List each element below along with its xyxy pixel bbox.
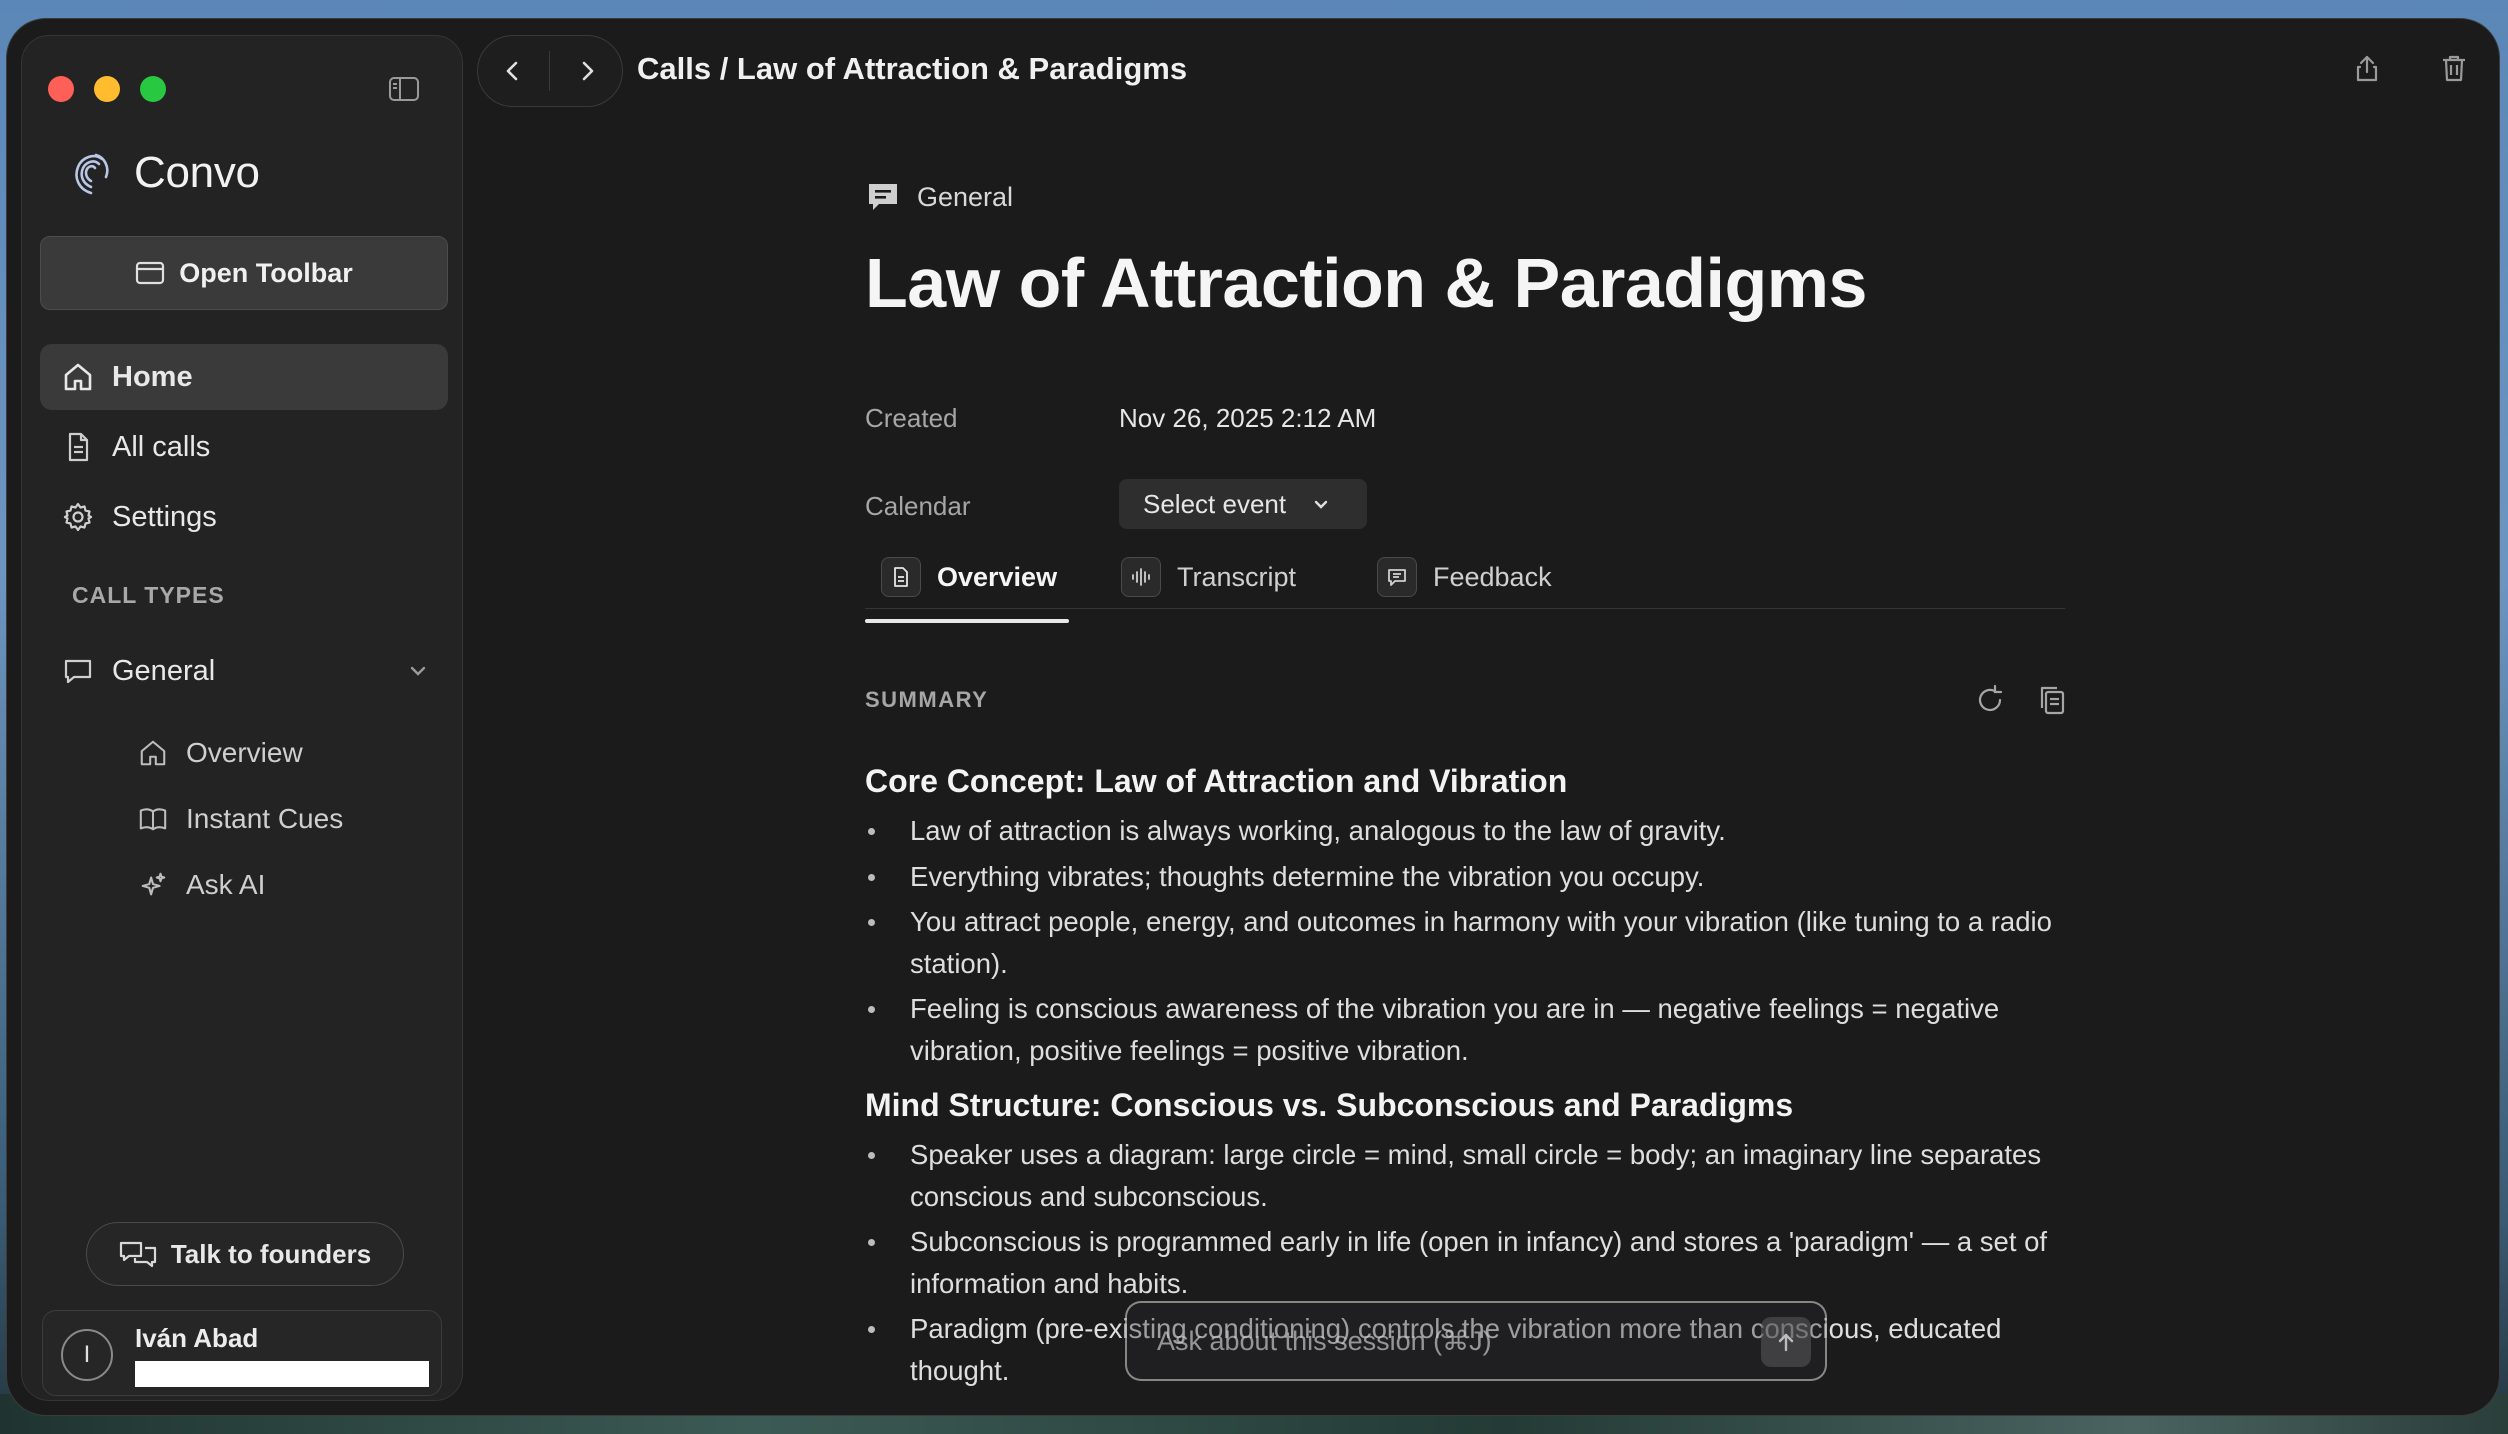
list-item: You attract people, energy, and outcomes… [865, 901, 2065, 984]
list-item: Everything vibrates; thoughts determine … [865, 856, 2065, 898]
user-name: Iván Abad [135, 1323, 259, 1353]
nav-item-label: Settings [112, 500, 217, 533]
section-label: CALL TYPES [72, 582, 225, 608]
created-value: Nov 26, 2025 2:12 AM [1119, 403, 1377, 433]
call-detail: General Law of Attraction & Paradigms Cr… [865, 179, 2075, 1386]
list-item: Feeling is conscious awareness of the vi… [865, 988, 2065, 1071]
call-type-label: General [112, 654, 216, 687]
document-icon [68, 432, 89, 462]
ask-session-bar[interactable] [1125, 1301, 1827, 1381]
sub-item-label: Overview [186, 737, 303, 768]
calendar-select-value: Select event [1143, 488, 1287, 519]
chevron-down-icon [1314, 500, 1328, 509]
sidebar-toggle-icon[interactable] [388, 76, 420, 102]
refresh-icon[interactable] [1973, 683, 2007, 717]
page-title: Law of Attraction & Paradigms [865, 244, 1867, 322]
talk-to-founders-label: Talk to founders [170, 1238, 372, 1269]
chat-bubble-icon [869, 184, 897, 210]
user-card[interactable]: I Iván Abad [42, 1310, 442, 1396]
tab-label: Feedback [1433, 561, 1552, 592]
summary-heading: Core Concept: Law of Attraction and Vibr… [865, 763, 1568, 799]
talk-to-founders-button[interactable]: Talk to founders [86, 1222, 404, 1286]
zoom-window-button[interactable] [140, 76, 166, 102]
nav-item-settings[interactable]: Settings [40, 484, 448, 550]
nav-item-label: Home [112, 360, 193, 393]
sidebar: Convo Open Toolbar Home All calls Settin… [21, 35, 463, 1401]
active-tab-indicator [865, 619, 1069, 623]
divider [549, 51, 551, 91]
call-type-subnav: Overview Instant Cues Ask AI [138, 720, 343, 918]
summary-list: Law of attraction is always working, ana… [865, 810, 2065, 1071]
brand: Convo [70, 148, 260, 198]
home-icon [64, 363, 92, 391]
trash-icon[interactable] [2439, 53, 2469, 83]
main-nav: Home All calls Settings [40, 344, 448, 554]
chat-bubble-icon [64, 659, 92, 684]
sparkle-icon [141, 872, 166, 896]
chevron-down-icon[interactable] [406, 659, 430, 683]
minimize-window-button[interactable] [94, 76, 120, 102]
redacted-email [135, 1361, 429, 1387]
brand-name: Convo [134, 148, 260, 197]
list-item: Speaker uses a diagram: large circle = m… [865, 1134, 2065, 1217]
app-window: Convo Open Toolbar Home All calls Settin… [6, 18, 2500, 1416]
summary-heading: Mind Structure: Conscious vs. Subconscio… [865, 1087, 1794, 1123]
calendar-label: Calendar [865, 491, 971, 521]
home-icon [140, 740, 166, 766]
open-toolbar-label: Open Toolbar [179, 257, 353, 288]
convo-logo-icon [75, 153, 109, 195]
tab-bar: Overview Transcript Feedback [865, 547, 2065, 609]
copy-icon[interactable] [2035, 683, 2069, 717]
close-window-button[interactable] [48, 76, 74, 102]
tab-label: Overview [937, 561, 1058, 592]
waveform-icon [1121, 557, 1161, 597]
avatar: I [61, 1329, 113, 1381]
chat-bubbles-icon [119, 1241, 156, 1268]
call-type-tag: General [865, 179, 2075, 215]
call-type-general[interactable]: General [40, 638, 448, 704]
open-toolbar-button[interactable]: Open Toolbar [40, 236, 448, 310]
sub-item-instant-cues[interactable]: Instant Cues [138, 786, 343, 852]
tab-overview[interactable]: Overview [881, 547, 1057, 607]
scroll-fade [865, 1385, 2085, 1415]
sub-item-overview[interactable]: Overview [138, 720, 343, 786]
window-icon [136, 261, 165, 285]
list-item: Subconscious is programmed early in life… [865, 1221, 2065, 1304]
gear-icon [63, 502, 93, 532]
list-item: Law of attraction is always working, ana… [865, 810, 2065, 852]
share-icon[interactable] [2352, 53, 2382, 83]
nav-item-all-calls[interactable]: All calls [40, 414, 448, 480]
document-icon [881, 557, 921, 597]
tab-label: Transcript [1177, 561, 1297, 592]
back-chevron-icon[interactable] [500, 58, 526, 84]
sub-item-label: Ask AI [186, 869, 266, 900]
message-icon [1377, 557, 1417, 597]
book-icon [139, 808, 167, 831]
calendar-event-select[interactable]: Select event [1119, 479, 1367, 529]
sub-item-ask-ai[interactable]: Ask AI [138, 852, 343, 918]
window-controls [48, 76, 166, 102]
nav-item-label: All calls [112, 430, 211, 463]
tab-feedback[interactable]: Feedback [1377, 547, 1552, 607]
summary-label: SUMMARY [865, 687, 989, 712]
history-nav [477, 35, 623, 107]
created-label: Created [865, 403, 958, 433]
forward-chevron-icon[interactable] [574, 58, 600, 84]
send-button[interactable] [1761, 1317, 1811, 1367]
arrow-up-icon [1778, 1333, 1794, 1352]
breadcrumb: Calls / Law of Attraction & Paradigms [637, 51, 1188, 86]
ask-session-input[interactable] [1157, 1325, 1717, 1357]
nav-item-home[interactable]: Home [40, 344, 448, 410]
call-type-tag-label: General [917, 181, 1014, 212]
sub-item-label: Instant Cues [186, 803, 344, 834]
tab-transcript[interactable]: Transcript [1121, 547, 1296, 607]
